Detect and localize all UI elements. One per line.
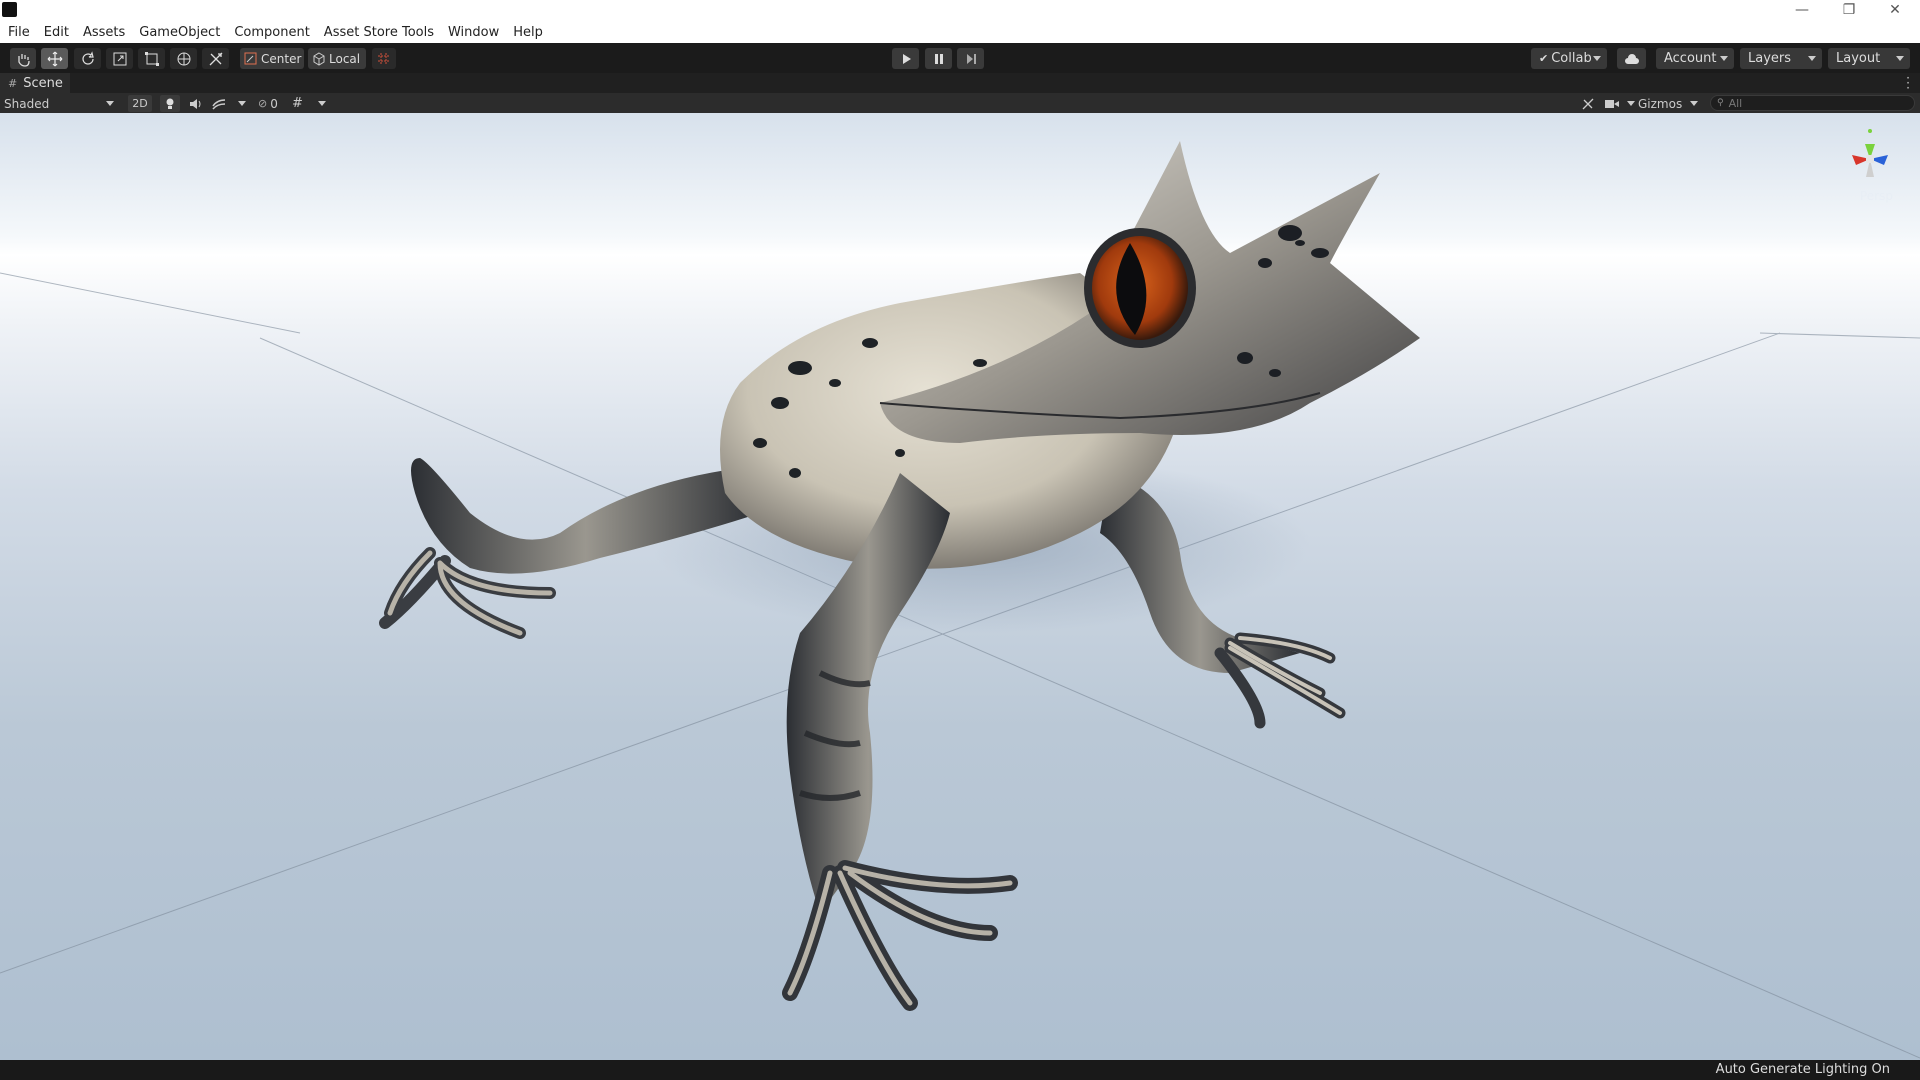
- main-toolbar: Center Local ✔ Collab Account Layers Lay…: [0, 43, 1920, 73]
- restore-button[interactable]: ❐: [1829, 0, 1869, 20]
- scene-controlbar: Shaded 2D ⊘ 0 # Gizmos ⚲ All: [0, 93, 1920, 113]
- effects-icon: [212, 98, 226, 109]
- rect-tool-icon[interactable]: [138, 48, 165, 69]
- scene-tab-header: # Scene · · ·: [0, 72, 1920, 94]
- projection-label[interactable]: Persp: [1860, 189, 1893, 203]
- collab-label: Collab: [1551, 51, 1592, 66]
- grid-snap-icon[interactable]: [372, 48, 396, 69]
- menu-assets[interactable]: Assets: [83, 25, 125, 40]
- account-dropdown[interactable]: Account: [1656, 48, 1734, 69]
- more-options-icon[interactable]: · · ·: [1906, 72, 1910, 94]
- minimize-button[interactable]: —: [1782, 0, 1822, 20]
- close-button[interactable]: ✕: [1875, 0, 1915, 20]
- tools-icon[interactable]: [1578, 95, 1598, 112]
- grid-dropdown[interactable]: #: [292, 95, 326, 112]
- menu-window[interactable]: Window: [448, 25, 499, 40]
- orientation-gizmo[interactable]: Persp: [1830, 119, 1910, 209]
- scene-viewport[interactable]: Persp: [0, 113, 1920, 1060]
- pivot-center-icon: [244, 52, 257, 64]
- scene-tab-label: Scene: [23, 75, 63, 91]
- pivot-center-toggle[interactable]: Center: [240, 48, 304, 69]
- menu-file[interactable]: File: [8, 25, 30, 40]
- menu-help[interactable]: Help: [513, 25, 543, 40]
- unity-logo-icon: [2, 2, 17, 17]
- lighting-toggle-icon[interactable]: [160, 95, 180, 112]
- cloud-button[interactable]: [1617, 48, 1646, 69]
- chevron-down-icon: [1896, 56, 1904, 61]
- step-button[interactable]: [957, 48, 984, 69]
- layout-label: Layout: [1836, 51, 1881, 66]
- frog-3d-model: [0, 141, 1920, 1059]
- menu-bar: File Edit Assets GameObject Component As…: [0, 22, 557, 42]
- step-icon: [966, 53, 976, 64]
- shading-mode-dropdown[interactable]: Shaded: [4, 95, 118, 112]
- pivot-local-toggle[interactable]: Local: [308, 48, 366, 69]
- chevron-down-icon: [106, 101, 114, 106]
- transform-tool-icon[interactable]: [170, 48, 197, 69]
- shading-mode-label: Shaded: [4, 96, 50, 111]
- scale-tool-icon[interactable]: [106, 48, 133, 69]
- play-icon: [902, 53, 911, 64]
- menu-asset-store-tools[interactable]: Asset Store Tools: [324, 25, 434, 40]
- chevron-down-icon: [1627, 101, 1635, 106]
- scene-tab[interactable]: # Scene: [0, 73, 70, 93]
- cloud-icon: [1624, 53, 1639, 64]
- pause-icon: [934, 53, 943, 64]
- chevron-down-icon: [1593, 56, 1601, 61]
- collab-dropdown[interactable]: ✔ Collab: [1531, 48, 1607, 69]
- layout-dropdown[interactable]: Layout: [1828, 48, 1910, 69]
- search-placeholder: All: [1728, 96, 1743, 110]
- layers-label: Layers: [1748, 51, 1792, 66]
- play-button[interactable]: [892, 48, 919, 69]
- status-bar: Auto Generate Lighting On: [0, 1060, 1920, 1080]
- layers-dropdown[interactable]: Layers: [1740, 48, 1822, 69]
- grid-icon: #: [292, 96, 303, 111]
- search-icon: ⚲: [1717, 98, 1724, 108]
- chevron-down-icon: [1808, 56, 1816, 61]
- status-message: Auto Generate Lighting On: [1715, 1062, 1890, 1077]
- eye-slash-icon: ⊘: [258, 97, 268, 110]
- menu-edit[interactable]: Edit: [44, 25, 69, 40]
- move-tool-icon[interactable]: [41, 48, 68, 69]
- audio-toggle-icon[interactable]: [186, 95, 206, 112]
- camera-icon: [1605, 99, 1619, 108]
- hand-tool-icon[interactable]: [10, 48, 36, 69]
- gizmos-dropdown[interactable]: Gizmos: [1638, 95, 1702, 112]
- pivot-local-label: Local: [329, 51, 361, 66]
- menu-component[interactable]: Component: [234, 25, 309, 40]
- local-cube-icon: [313, 51, 325, 66]
- grid-hash-icon: #: [8, 76, 18, 90]
- chevron-down-icon: [1720, 56, 1728, 61]
- chevron-down-icon: [1690, 101, 1698, 106]
- camera-dropdown[interactable]: [1605, 95, 1635, 112]
- hidden-count: 0: [270, 96, 278, 111]
- pivot-center-label: Center: [261, 51, 302, 66]
- gizmos-label: Gizmos: [1638, 96, 1683, 111]
- title-bar: File Edit Assets GameObject Component As…: [0, 0, 1920, 43]
- 2d-toggle[interactable]: 2D: [128, 95, 152, 112]
- axis-gizmo-icon: [1852, 129, 1888, 177]
- menu-gameobject[interactable]: GameObject: [139, 25, 220, 40]
- search-field[interactable]: ⚲ All: [1710, 95, 1915, 111]
- account-label: Account: [1664, 51, 1717, 66]
- effects-dropdown[interactable]: [212, 95, 246, 112]
- rotate-tool-icon[interactable]: [74, 48, 101, 69]
- chevron-down-icon: [238, 101, 246, 106]
- custom-tool-icon[interactable]: [202, 48, 229, 69]
- collab-check-icon: ✔: [1539, 52, 1549, 65]
- hidden-objects-toggle[interactable]: ⊘ 0: [258, 95, 286, 112]
- chevron-down-icon: [318, 101, 326, 106]
- pause-button[interactable]: [925, 48, 952, 69]
